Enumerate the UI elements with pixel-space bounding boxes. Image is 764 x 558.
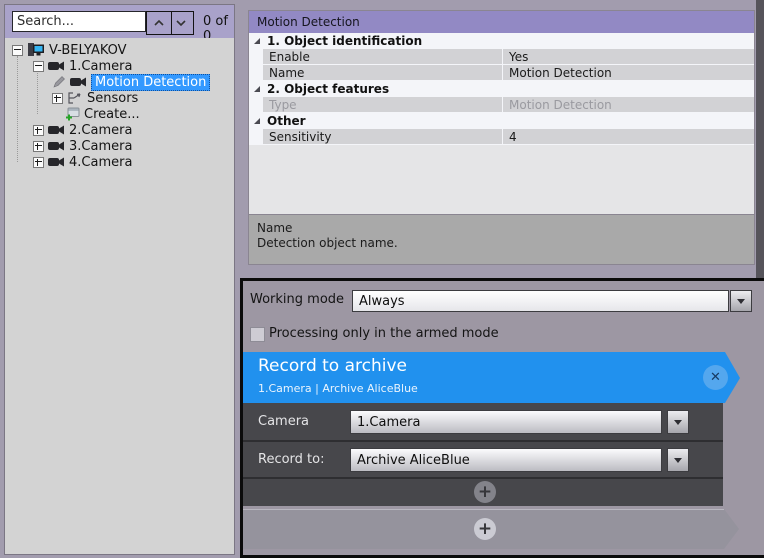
search-toolbar: 0 of 0: [5, 5, 234, 38]
expand-expander-icon[interactable]: [52, 93, 63, 104]
pencil-icon: [53, 76, 66, 88]
property-panel: Motion Detection 1. Object identificatio…: [248, 10, 755, 265]
property-category-object-features[interactable]: 2. Object features: [249, 81, 754, 96]
tree-item-label: 4.Camera: [69, 155, 132, 170]
action-banner: Record to archive 1.Camera | Archive Ali…: [243, 352, 740, 403]
sensors-icon: [67, 92, 83, 104]
tree-item-sensors[interactable]: Sensors: [52, 90, 138, 106]
category-expander-icon[interactable]: [254, 86, 260, 92]
camera-field-label: Camera: [258, 414, 309, 429]
property-category-other[interactable]: Other: [249, 113, 754, 128]
property-row-sensitivity: Sensitivity 4: [263, 129, 754, 144]
camera-icon: [48, 60, 65, 72]
app-window: 0 of 0 V-BELYAKOV 1.Camera: [0, 0, 764, 558]
property-value: Motion Detection: [503, 97, 754, 112]
property-value[interactable]: 4: [503, 129, 754, 144]
object-tree-panel: 0 of 0 V-BELYAKOV 1.Camera: [4, 4, 235, 555]
property-value[interactable]: Yes: [503, 49, 754, 64]
property-panel-title: Motion Detection: [249, 11, 754, 33]
tree-item-motion-detection[interactable]: Motion Detection: [53, 74, 210, 90]
record-to-dropdown-button[interactable]: [667, 448, 689, 472]
dropdown-arrow-icon: [674, 420, 682, 429]
property-name: Type: [263, 97, 502, 112]
add-action-button[interactable]: +: [474, 518, 496, 540]
armed-mode-label: Processing only in the armed mode: [269, 326, 499, 341]
tree-item-label: 2.Camera: [69, 123, 132, 138]
row-separator: [243, 440, 723, 442]
server-icon: [27, 43, 45, 57]
camera-icon: [48, 124, 65, 136]
property-row-type: Type Motion Detection: [263, 97, 754, 112]
tree-guide-line: [37, 71, 38, 114]
camera-dropdown-button[interactable]: [667, 410, 689, 434]
camera-select[interactable]: 1.Camera: [350, 410, 662, 434]
close-action-button[interactable]: ✕: [703, 365, 728, 390]
dropdown-arrow-icon: [737, 299, 745, 308]
description-title: Name: [257, 221, 746, 236]
property-name: Enable: [263, 49, 502, 64]
property-description: Name Detection object name.: [249, 214, 754, 264]
category-label: 2. Object features: [267, 82, 389, 96]
tree-guide-line: [17, 56, 18, 162]
collapse-expander-icon[interactable]: [33, 61, 44, 72]
tree-item-camera-4[interactable]: 4.Camera: [33, 154, 132, 170]
tree-item-server[interactable]: V-BELYAKOV: [12, 42, 127, 58]
camera-icon: [48, 156, 65, 168]
rule-settings-panel: Working mode Always Processing only in t…: [240, 278, 764, 558]
tree-item-camera-3[interactable]: 3.Camera: [33, 138, 132, 154]
tree-item-label: 3.Camera: [69, 139, 132, 154]
tree-item-create[interactable]: Create...: [65, 106, 140, 122]
property-value[interactable]: Motion Detection: [503, 65, 754, 80]
chevron-up-icon: [154, 19, 164, 27]
dropdown-arrow-icon: [674, 458, 682, 467]
row-separator: [243, 477, 723, 479]
tree-item-label: 1.Camera: [69, 59, 132, 74]
tree-item-label: V-BELYAKOV: [49, 43, 127, 58]
property-row-name: Name Motion Detection: [263, 65, 754, 80]
property-name: Name: [263, 65, 502, 80]
add-action-parameter-button[interactable]: +: [474, 481, 496, 503]
tree-item-label: Sensors: [87, 91, 138, 106]
category-label: 1. Object identification: [267, 34, 422, 48]
search-input[interactable]: [12, 11, 146, 32]
add-action-banner: +: [243, 509, 739, 549]
property-name: Sensitivity: [263, 129, 502, 144]
expand-expander-icon[interactable]: [33, 157, 44, 168]
property-grid: 1. Object identification Enable Yes Name…: [249, 33, 754, 145]
chevron-down-icon: [176, 19, 186, 27]
armed-mode-checkbox[interactable]: [250, 327, 265, 342]
property-row-enable: Enable Yes: [263, 49, 754, 64]
right-edge-strip: [756, 0, 764, 278]
action-settings: Camera 1.Camera Record to: Archive Alice…: [243, 403, 723, 506]
category-label: Other: [267, 114, 306, 128]
expand-expander-icon[interactable]: [33, 125, 44, 136]
working-mode-label: Working mode: [250, 292, 344, 307]
category-expander-icon[interactable]: [254, 118, 260, 124]
search-next-button[interactable]: [169, 11, 194, 35]
tree-item-label: Create...: [84, 107, 140, 122]
tree-item-camera-1[interactable]: 1.Camera: [33, 58, 132, 74]
camera-icon: [48, 140, 65, 152]
create-plus-icon: [65, 107, 80, 121]
collapse-expander-icon[interactable]: [12, 45, 23, 56]
description-body: Detection object name.: [257, 236, 746, 251]
category-expander-icon[interactable]: [254, 38, 260, 44]
tree-item-camera-2[interactable]: 2.Camera: [33, 122, 132, 138]
action-title: Record to archive: [258, 356, 407, 376]
expand-expander-icon[interactable]: [33, 141, 44, 152]
action-subtitle: 1.Camera | Archive AliceBlue: [258, 382, 418, 395]
record-to-select[interactable]: Archive AliceBlue: [350, 448, 662, 472]
working-mode-select[interactable]: Always: [352, 290, 729, 312]
record-to-field-label: Record to:: [258, 452, 324, 467]
working-mode-dropdown-button[interactable]: [730, 290, 752, 312]
tree-item-label-selected: Motion Detection: [91, 74, 210, 91]
device-tree: V-BELYAKOV 1.Camera Motion Detection: [5, 38, 234, 554]
camera-icon: [70, 76, 87, 88]
property-category-object-identification[interactable]: 1. Object identification: [249, 33, 754, 48]
